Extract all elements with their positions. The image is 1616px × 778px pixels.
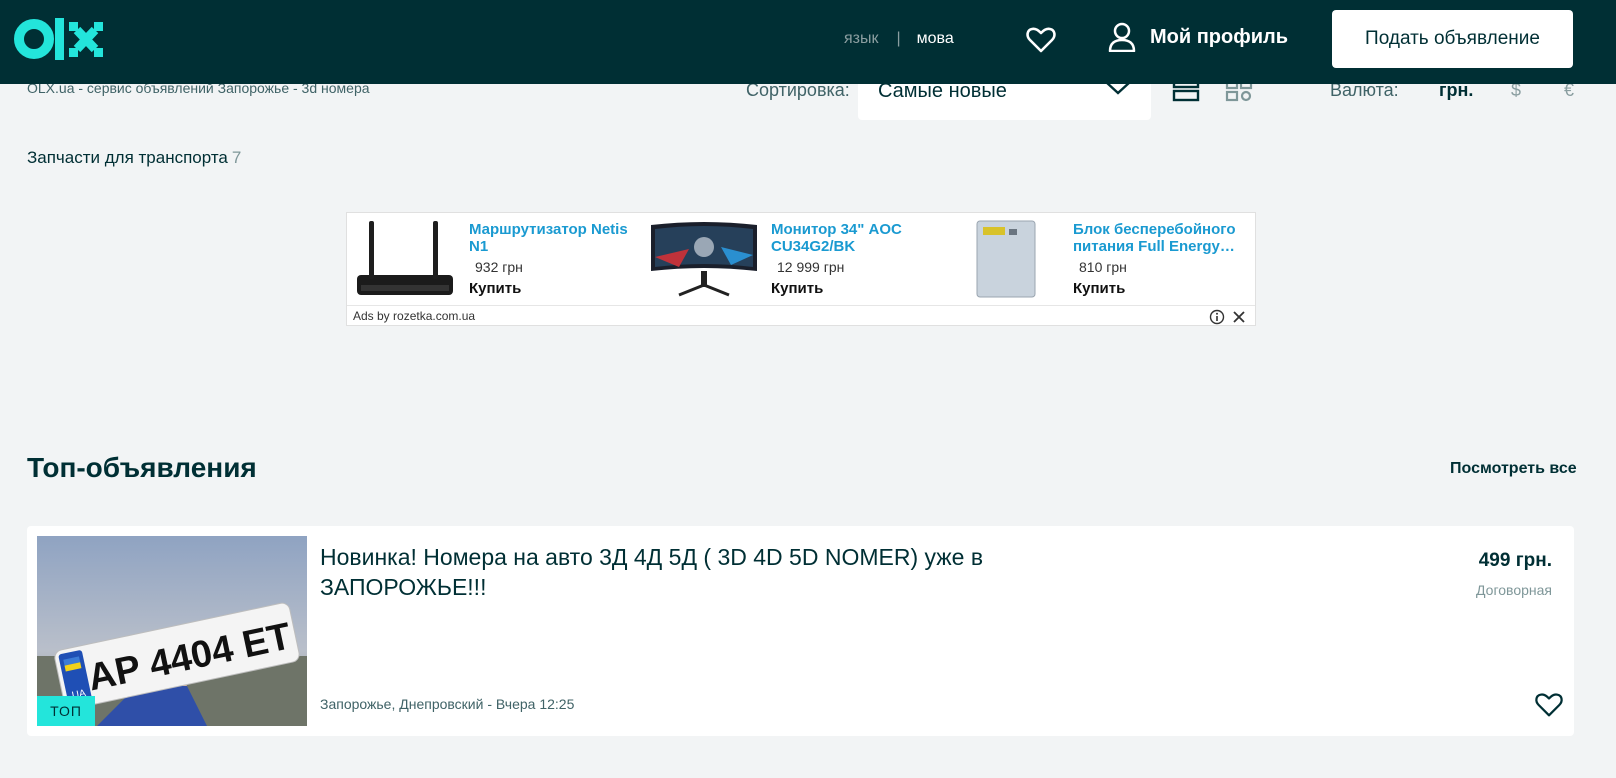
favorites-heart-icon[interactable] bbox=[1025, 24, 1057, 56]
post-ad-button[interactable]: Подать объявление bbox=[1332, 10, 1573, 68]
ad-item[interactable]: Маршрутизатор Netis N1 932 грн Купить bbox=[347, 213, 647, 305]
ad-item-title[interactable]: Блок бесперебойного питания Full Energy… bbox=[1073, 221, 1238, 255]
lang-separator: | bbox=[896, 30, 901, 47]
ad-banner: Маршрутизатор Netis N1 932 грн Купить Мо… bbox=[346, 212, 1256, 326]
user-icon bbox=[1108, 22, 1136, 52]
category-link[interactable]: Запчасти для транспорта 7 bbox=[27, 148, 241, 168]
category-name: Запчасти для транспорта bbox=[27, 148, 228, 167]
ad-item-title[interactable]: Маршрутизатор Netis N1 bbox=[469, 221, 634, 255]
listing-card[interactable]: UA AP 4404 ET ТОП Новинка! Номера на авт… bbox=[27, 526, 1574, 736]
ad-buy-link[interactable]: Купить bbox=[771, 280, 823, 297]
router-image bbox=[357, 221, 453, 295]
info-icon[interactable] bbox=[1209, 309, 1225, 325]
location-separator: - bbox=[483, 696, 496, 712]
ad-item-title[interactable]: Монитор 34" AOC CU34G2/BK bbox=[771, 221, 936, 255]
see-all-link[interactable]: Посмотреть все bbox=[1450, 460, 1577, 478]
ad-item-price: 810 грн bbox=[1079, 259, 1127, 275]
ads-by-label: Ads by rozetka.com.ua bbox=[353, 309, 476, 323]
lang-ru-link[interactable]: язык bbox=[844, 30, 879, 48]
power-unit-image bbox=[976, 220, 1036, 298]
favorite-heart-icon[interactable] bbox=[1534, 690, 1564, 720]
ad-buy-link[interactable]: Купить bbox=[469, 280, 521, 297]
listing-location: Запорожье, Днепровский bbox=[320, 696, 484, 712]
ad-item-price: 12 999 грн bbox=[777, 259, 845, 275]
profile-label: Мой профиль bbox=[1150, 25, 1289, 48]
listing-title[interactable]: Новинка! Номера на авто 3Д 4Д 5Д ( 3D 4D… bbox=[320, 542, 1080, 602]
top-header: язык | мова Мой профиль Подать объявлени… bbox=[0, 0, 1616, 84]
ad-footer: Ads by rozetka.com.ua bbox=[347, 305, 1255, 327]
monitor-image bbox=[651, 222, 757, 297]
lang-ua-link[interactable]: мова bbox=[917, 30, 954, 48]
ad-buy-link[interactable]: Купить bbox=[1073, 280, 1125, 297]
my-profile-link[interactable]: Мой профиль bbox=[1108, 22, 1288, 52]
ad-item[interactable]: Блок бесперебойного питания Full Energy…… bbox=[951, 213, 1251, 305]
ad-item[interactable]: Монитор 34" AOC CU34G2/BK 12 999 грн Куп… bbox=[649, 213, 949, 305]
language-switch: язык | мова bbox=[844, 30, 954, 48]
category-count: 7 bbox=[231, 148, 242, 167]
listing-time: Вчера 12:25 bbox=[495, 696, 575, 712]
ad-item-price: 932 грн bbox=[475, 259, 523, 275]
top-badge: ТОП bbox=[37, 696, 95, 726]
olx-logo[interactable] bbox=[14, 16, 106, 62]
listing-price: 499 грн. bbox=[1478, 550, 1552, 571]
close-icon[interactable] bbox=[1231, 309, 1247, 325]
top-ads-title: Топ-объявления bbox=[27, 452, 257, 483]
negotiable-label: Договорная bbox=[1476, 582, 1552, 598]
listing-location-time: Запорожье, Днепровский - Вчера 12:25 bbox=[320, 696, 574, 712]
